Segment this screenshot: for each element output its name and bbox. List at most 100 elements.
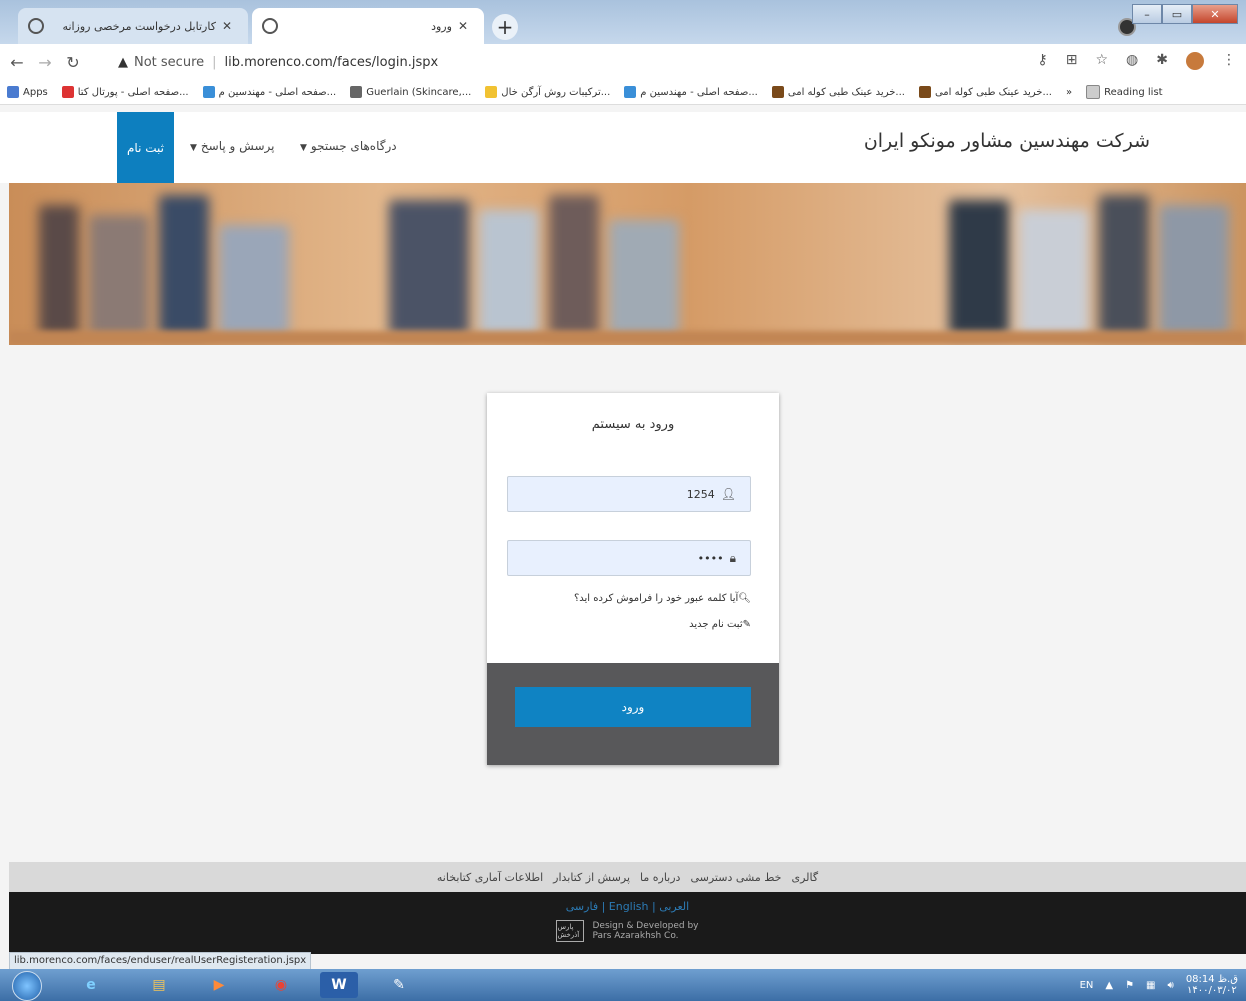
key-icon: 🔍︎ — [738, 593, 751, 604]
glasses-icon — [771, 86, 784, 98]
forgot-password-link[interactable]: 🔍︎آیا کلمه عبور خود را فراموش کرده اید؟ — [574, 593, 751, 604]
blue-bookmark-icon — [624, 86, 637, 98]
status-bar-url: lib.morenco.com/faces/enduser/realUserRe… — [9, 952, 312, 970]
security-label[interactable]: Not secure — [134, 55, 204, 70]
browser-tab-strip: کارتابل درخواست مرخصی روزانه ✕ ورود ✕ + … — [0, 0, 1246, 44]
tab-leave-request[interactable]: کارتابل درخواست مرخصی روزانه ✕ — [18, 8, 248, 44]
window-controls: – ▭ ✕ — [1132, 4, 1238, 24]
banner-book — [89, 215, 149, 335]
banner-book — [479, 210, 539, 335]
translate-icon[interactable]: ⊞ — [1066, 52, 1078, 70]
nav-faq[interactable]: پرسش و پاسخ▼ — [190, 139, 274, 153]
login-card: ورود به سیستم 1254 👤︎ •••• 🔒︎ 🔍︎آیا کلمه… — [487, 393, 779, 765]
tray-up-icon[interactable]: ▲ — [1105, 980, 1113, 991]
new-register-link[interactable]: ✎ثبت نام جدید — [689, 619, 751, 630]
forward-icon[interactable]: → — [34, 53, 56, 72]
globe-icon — [28, 18, 44, 34]
key-icon[interactable]: ⚷ — [1037, 52, 1047, 70]
tab-title: ورود — [431, 19, 452, 33]
developer-credit: پارس آذرخش Design & Developed by Pars Az… — [9, 920, 1246, 942]
media-player-icon[interactable]: ▶ — [200, 972, 238, 998]
tab-login[interactable]: ورود ✕ — [252, 8, 484, 44]
login-title: ورود به سیستم — [591, 417, 675, 432]
glasses-icon — [918, 86, 931, 98]
paint-icon[interactable]: ✎ — [380, 972, 418, 998]
banner-book — [549, 195, 599, 335]
address-bar[interactable]: ▲ Not secure | lib.morenco.com/faces/log… — [118, 50, 998, 74]
language-indicator[interactable]: EN — [1080, 980, 1094, 991]
footer-dark: فارسی | English | العربی پارس آذرخش Desi… — [9, 892, 1246, 954]
system-tray: EN ▲ ⚑ ▦ 🔊︎ 08:14 ق.ظ ۱۴۰۰/۰۳/۰۲ — [1080, 974, 1238, 996]
maximize-button[interactable]: ▭ — [1162, 4, 1192, 24]
tab-title: کارتابل درخواست مرخصی روزانه — [62, 19, 216, 33]
window-close-button[interactable]: ✕ — [1192, 4, 1238, 24]
footer-link-gallery[interactable]: گالری — [791, 871, 818, 884]
pars-azarakhsh-logo: پارس آذرخش — [556, 920, 585, 942]
globe-icon — [262, 18, 278, 34]
banner-book — [389, 200, 469, 335]
site-header: شرکت مهندسین مشاور مونکو ایران ثبت نام پ… — [0, 112, 1246, 183]
reload-icon[interactable]: ↻ — [62, 53, 84, 72]
puzzle-icon[interactable]: ✱ — [1156, 52, 1168, 70]
start-button[interactable] — [12, 971, 42, 1001]
nav-register-button[interactable]: ثبت نام — [117, 112, 174, 183]
word-icon[interactable]: W — [320, 972, 358, 998]
bookmark-item[interactable]: خرید عینک طبی کوله امی... — [771, 86, 905, 98]
extension-icon[interactable]: ◍ — [1126, 52, 1138, 70]
login-button[interactable]: ورود — [515, 687, 751, 727]
banner-book — [949, 200, 1009, 335]
footer-link-access-policy[interactable]: خط مشی دسترسی — [690, 871, 781, 884]
clock-date: ۱۴۰۰/۰۳/۰۲ — [1187, 985, 1237, 996]
caret-down-icon: ▼ — [190, 143, 197, 153]
back-icon[interactable]: ← — [6, 53, 28, 72]
clock-time: 08:14 ق.ظ — [1185, 974, 1238, 985]
password-field[interactable]: •••• 🔒︎ — [507, 540, 751, 576]
credit-line: Design & Developed by — [592, 921, 699, 931]
lock-icon: 🔒︎ — [729, 550, 736, 565]
credit-text: Design & Developed by Pars Azarakhsh Co. — [592, 921, 698, 941]
banner-book — [39, 205, 79, 335]
volume-icon[interactable]: 🔊︎ — [1168, 980, 1174, 991]
clock[interactable]: 08:14 ق.ظ ۱۴۰۰/۰۳/۰۲ — [1186, 974, 1238, 996]
bookmark-item[interactable]: صفحه اصلی - پورتال کتا... — [61, 86, 189, 98]
star-icon[interactable]: ☆ — [1095, 52, 1108, 70]
internet-explorer-icon[interactable]: e — [72, 972, 110, 998]
footer-link-ask-librarian[interactable]: پرسش از کتابدار — [553, 871, 630, 884]
minimize-button[interactable]: – — [1132, 4, 1162, 24]
bookmarks-overflow[interactable]: » — [1066, 87, 1072, 98]
footer-link-about[interactable]: درباره ما — [640, 871, 680, 884]
flag-icon[interactable]: ⚑ — [1125, 980, 1134, 991]
language-switcher[interactable]: فارسی | English | العربی — [9, 900, 1246, 913]
nav-search-portals[interactable]: درگاه‌های جستجو▼ — [300, 139, 397, 153]
caret-down-icon: ▼ — [300, 143, 307, 153]
file-explorer-icon[interactable]: ▤ — [140, 972, 178, 998]
menu-dots-icon[interactable]: ⋮ — [1222, 52, 1236, 70]
red-bookmark-icon — [61, 86, 74, 98]
bookmark-item[interactable]: Guerlain (Skincare,... — [350, 86, 471, 98]
chrome-icon[interactable]: ◉ — [262, 972, 300, 998]
footer-links: گالری خط مشی دسترسی درباره ما پرسش از کت… — [9, 862, 1246, 892]
close-icon[interactable]: ✕ — [458, 19, 468, 33]
bookmark-item[interactable]: ترکیبات روش آرگن خال... — [485, 86, 610, 98]
warning-icon[interactable]: ▲ — [118, 55, 128, 70]
bookmark-item[interactable]: خرید عینک طبی کوله امی... — [918, 86, 1052, 98]
bookmark-item[interactable]: صفحه اصلی - مهندسین م... — [202, 86, 336, 98]
credit-line: Pars Azarakhsh Co. — [592, 931, 679, 941]
bookmark-item[interactable]: صفحه اصلی - مهندسین م... — [624, 86, 758, 98]
edit-icon: ✎ — [742, 619, 751, 630]
banner-book — [1019, 210, 1089, 335]
yellow-bookmark-icon — [485, 86, 498, 98]
username-field[interactable]: 1254 👤︎ — [507, 476, 751, 512]
banner-book — [609, 220, 679, 335]
network-icon[interactable]: ▦ — [1146, 980, 1155, 991]
close-icon[interactable]: ✕ — [222, 19, 232, 33]
bookmark-apps[interactable]: Apps — [7, 86, 48, 98]
footer-link-statistics[interactable]: اطلاعات آماری کتابخانه — [437, 871, 543, 884]
banner-book — [219, 225, 289, 335]
avatar[interactable] — [1186, 52, 1204, 70]
bookmark-reading-list[interactable]: Reading list — [1086, 85, 1163, 99]
new-tab-button[interactable]: + — [492, 14, 518, 40]
url-text[interactable]: lib.morenco.com/faces/login.jspx — [225, 55, 439, 70]
guerlain-icon — [350, 86, 363, 98]
apps-grid-icon — [7, 86, 19, 98]
